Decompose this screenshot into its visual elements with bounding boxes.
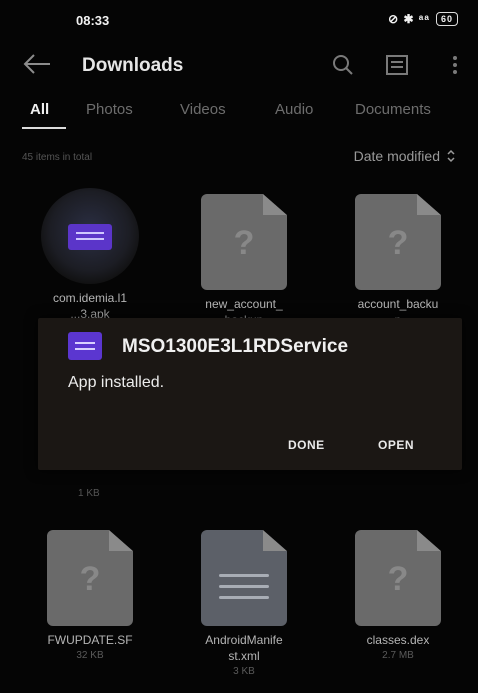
back-arrow-icon[interactable]	[22, 52, 52, 76]
file-item-androidmanifest[interactable]: AndroidManife st.xml 3 KB	[180, 530, 308, 677]
app-bar: Downloads	[0, 40, 478, 90]
file-name: classes.dex	[366, 633, 430, 647]
file-size: 3 KB	[233, 666, 255, 677]
unknown-file-icon: ?	[355, 530, 441, 626]
app-installed-dialog: MSO1300E3L1RDService App installed. DONE…	[38, 318, 462, 470]
status-icons: ⊘ ✱ ᵃᵃ 60	[388, 12, 458, 26]
dialog-app-name: MSO1300E3L1RDService	[122, 336, 349, 357]
tab-audio[interactable]: Audio	[275, 101, 313, 118]
tab-documents[interactable]: Documents	[355, 101, 431, 118]
unknown-file-icon: ?	[47, 530, 133, 626]
file-size-partial: 1 KB	[78, 488, 100, 499]
item-count: 45 items in total	[22, 152, 93, 163]
page-title: Downloads	[82, 55, 184, 76]
app-icon	[68, 332, 102, 360]
status-time: 08:33	[76, 13, 110, 28]
category-tabs: All Photos Videos Audio Documents	[0, 92, 478, 132]
done-button[interactable]: DONE	[288, 438, 325, 452]
file-item-new-account-backup[interactable]: ? new_account_ backup	[180, 194, 308, 328]
apk-file-icon	[41, 188, 139, 284]
file-item-apk[interactable]: com.idemia.l1 ...3.apk	[26, 188, 154, 322]
file-name: AndroidManife st.xml	[205, 633, 283, 663]
sort-label: Date modified	[353, 148, 440, 164]
unknown-file-icon: ?	[355, 194, 441, 290]
select-list-icon[interactable]	[384, 52, 410, 78]
tab-photos[interactable]: Photos	[86, 101, 133, 118]
tab-all[interactable]: All	[30, 101, 49, 118]
tab-videos[interactable]: Videos	[180, 101, 226, 118]
xml-file-icon	[201, 530, 287, 626]
status-bar: 08:33 ⊘ ✱ ᵃᵃ 60	[0, 0, 478, 40]
unknown-file-icon: ?	[201, 194, 287, 290]
search-icon[interactable]	[330, 52, 356, 78]
status-indicator-icons: ⊘ ✱ ᵃᵃ	[388, 12, 430, 26]
file-item-fwupdate[interactable]: ? FWUPDATE.SF 32 KB	[26, 530, 154, 661]
file-item-account-backup[interactable]: ? account_backu p	[334, 194, 462, 328]
dialog-message: App installed.	[68, 374, 165, 391]
file-size: 32 KB	[76, 650, 104, 661]
sort-order-icon	[447, 149, 455, 163]
open-button[interactable]: OPEN	[378, 438, 414, 452]
file-name: FWUPDATE.SF	[47, 633, 133, 647]
more-options-icon[interactable]	[448, 52, 462, 78]
active-tab-indicator	[22, 127, 66, 129]
phone-screen: 08:33 ⊘ ✱ ᵃᵃ 60 Downloads All Photos Vid…	[0, 0, 478, 693]
file-size: 2.7 MB	[382, 650, 414, 661]
file-item-classes-dex[interactable]: ? classes.dex 2.7 MB	[334, 530, 462, 661]
battery-icon: 60	[435, 12, 458, 26]
sort-selector[interactable]: Date modified	[354, 148, 456, 164]
